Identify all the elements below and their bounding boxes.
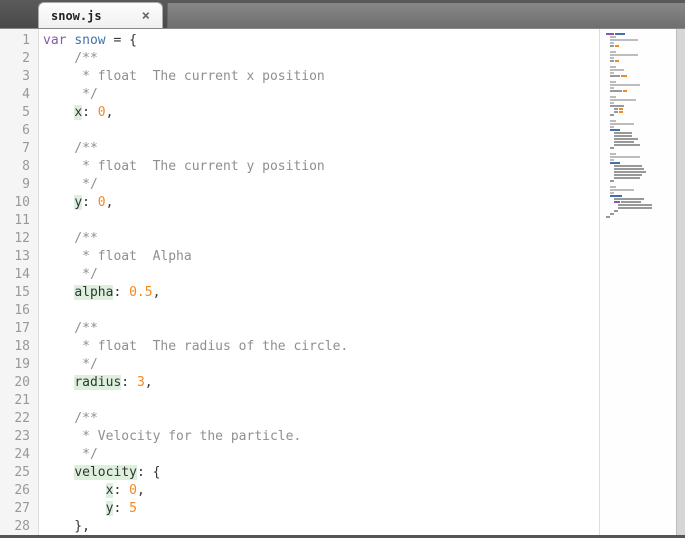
code-line: */ bbox=[43, 86, 599, 104]
line-number-gutter: 1234567891011121314151617181920212223242… bbox=[0, 29, 39, 535]
line-number: 26 bbox=[0, 482, 38, 500]
line-number: 1 bbox=[0, 32, 38, 50]
line-number: 28 bbox=[0, 518, 38, 536]
code-line: * Velocity for the particle. bbox=[43, 428, 599, 446]
code-line: * float The radius of the circle. bbox=[43, 338, 599, 356]
line-number: 6 bbox=[0, 122, 38, 140]
line-number: 3 bbox=[0, 68, 38, 86]
line-number: 21 bbox=[0, 392, 38, 410]
code-line: y: 5 bbox=[43, 500, 599, 518]
code-line: /** bbox=[43, 50, 599, 68]
code-line bbox=[43, 212, 599, 230]
line-number: 13 bbox=[0, 248, 38, 266]
line-number: 23 bbox=[0, 428, 38, 446]
code-line: */ bbox=[43, 176, 599, 194]
line-number: 16 bbox=[0, 302, 38, 320]
close-icon[interactable]: × bbox=[142, 8, 150, 24]
code-line: */ bbox=[43, 446, 599, 464]
code-line: velocity: { bbox=[43, 464, 599, 482]
code-area[interactable]: var snow = { /** * float The current x p… bbox=[39, 29, 599, 535]
line-number: 17 bbox=[0, 320, 38, 338]
code-line: y: 0, bbox=[43, 194, 599, 212]
line-number: 22 bbox=[0, 410, 38, 428]
file-tab[interactable]: snow.js × bbox=[38, 2, 163, 28]
line-number: 15 bbox=[0, 284, 38, 302]
line-number: 20 bbox=[0, 374, 38, 392]
line-number: 4 bbox=[0, 86, 38, 104]
line-number: 7 bbox=[0, 140, 38, 158]
editor: 1234567891011121314151617181920212223242… bbox=[0, 29, 685, 535]
tab-filename: snow.js bbox=[51, 9, 102, 23]
code-line: var snow = { bbox=[43, 32, 599, 50]
scrollbar[interactable] bbox=[676, 29, 685, 535]
tab-bar-filler bbox=[167, 3, 685, 28]
line-number: 5 bbox=[0, 104, 38, 122]
code-line: radius: 3, bbox=[43, 374, 599, 392]
tab-bar: snow.js × bbox=[0, 0, 685, 29]
code-line: }, bbox=[43, 518, 599, 535]
code-line: alpha: 0.5, bbox=[43, 284, 599, 302]
code-line: /** bbox=[43, 140, 599, 158]
line-number: 11 bbox=[0, 212, 38, 230]
line-number: 24 bbox=[0, 446, 38, 464]
code-line: x: 0, bbox=[43, 482, 599, 500]
line-number: 27 bbox=[0, 500, 38, 518]
code-line: */ bbox=[43, 266, 599, 284]
code-line bbox=[43, 392, 599, 410]
code-line: */ bbox=[43, 356, 599, 374]
code-line: * float Alpha bbox=[43, 248, 599, 266]
code-line: /** bbox=[43, 410, 599, 428]
line-number: 25 bbox=[0, 464, 38, 482]
code-line: * float The current y position bbox=[43, 158, 599, 176]
code-line: x: 0, bbox=[43, 104, 599, 122]
minimap[interactable] bbox=[599, 29, 676, 535]
code-line bbox=[43, 122, 599, 140]
code-line: /** bbox=[43, 230, 599, 248]
line-number: 12 bbox=[0, 230, 38, 248]
line-number: 14 bbox=[0, 266, 38, 284]
line-number: 19 bbox=[0, 356, 38, 374]
code-line: /** bbox=[43, 320, 599, 338]
line-number: 10 bbox=[0, 194, 38, 212]
line-number: 8 bbox=[0, 158, 38, 176]
code-line: * float The current x position bbox=[43, 68, 599, 86]
line-number: 18 bbox=[0, 338, 38, 356]
line-number: 9 bbox=[0, 176, 38, 194]
line-number: 2 bbox=[0, 50, 38, 68]
code-line bbox=[43, 302, 599, 320]
